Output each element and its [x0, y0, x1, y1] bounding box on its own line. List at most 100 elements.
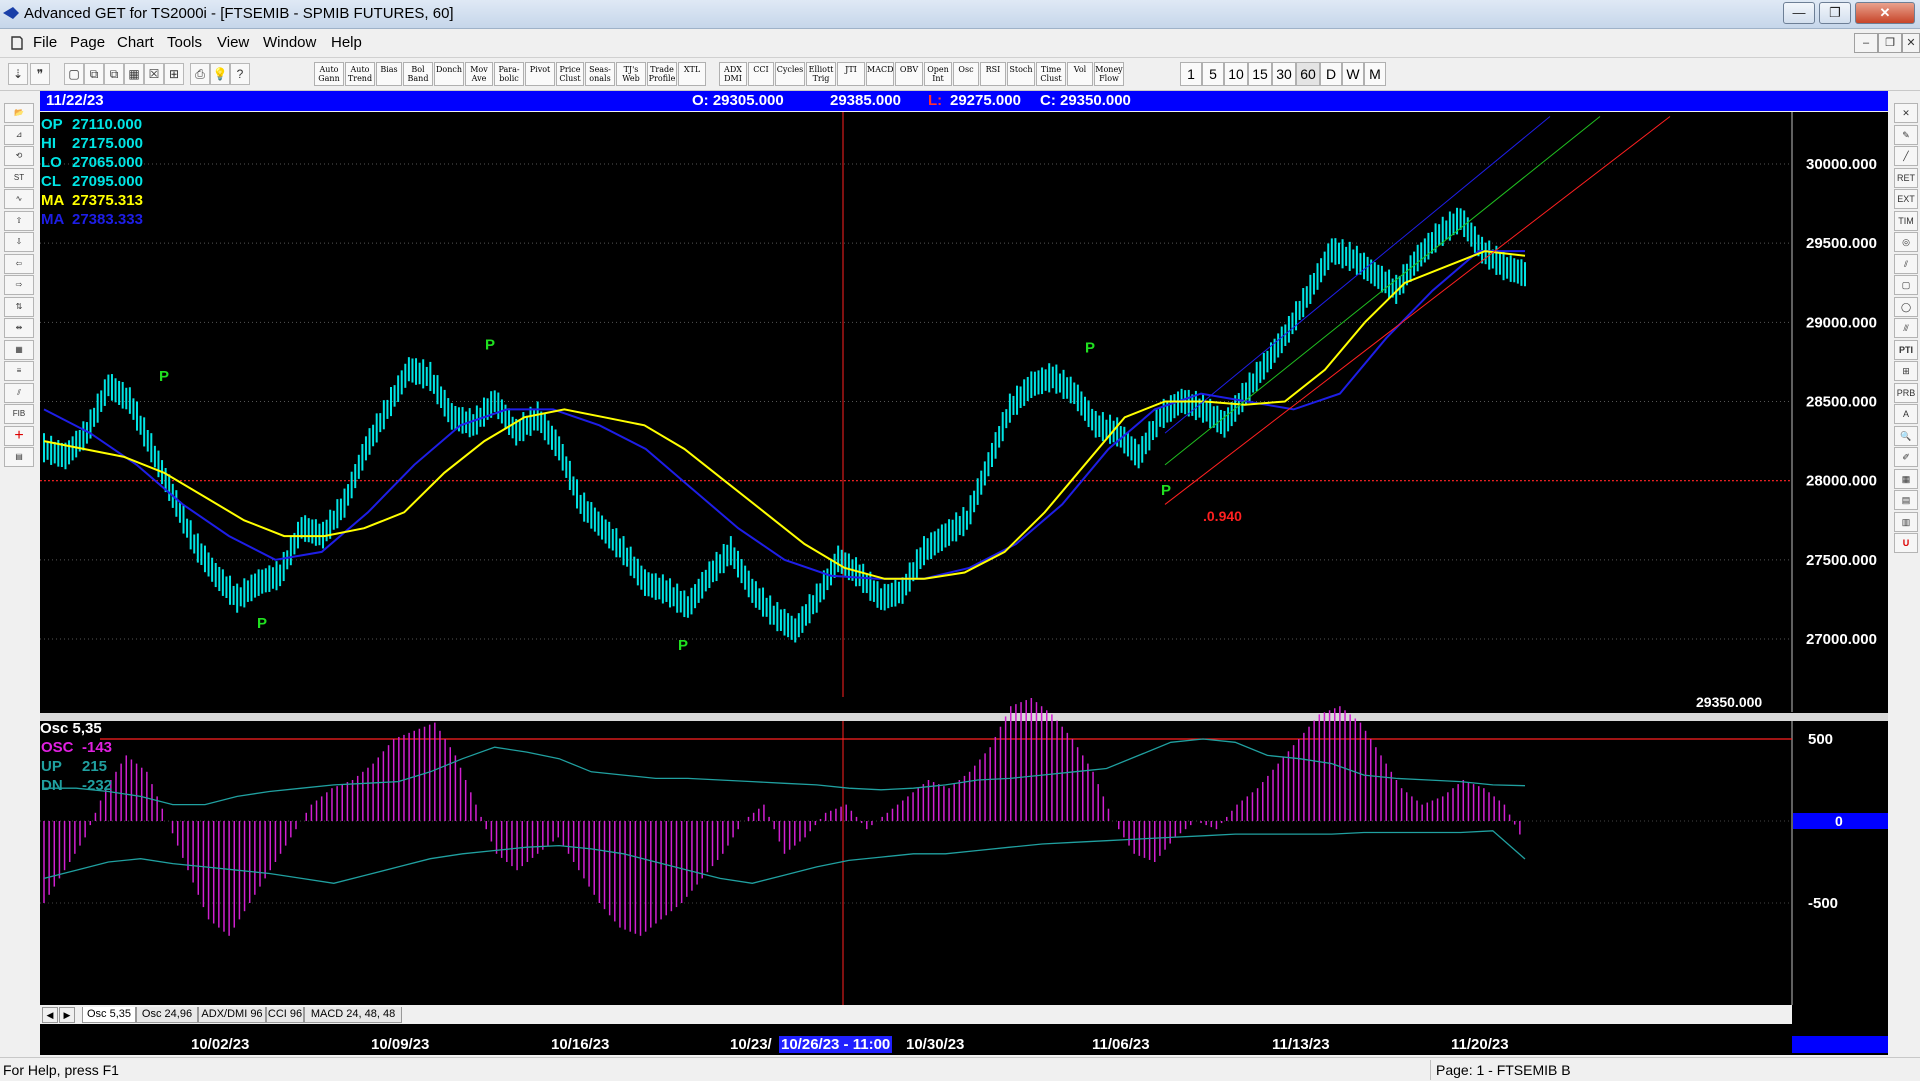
gann-fan-icon[interactable]: ⫽ — [4, 382, 34, 403]
study-button-bias[interactable]: Bias — [376, 62, 402, 86]
line-icon[interactable]: ╱ — [1894, 146, 1918, 166]
interval-button-10[interactable]: 10 — [1224, 62, 1248, 86]
menu-chart[interactable]: Chart — [117, 34, 154, 51]
interval-button-d[interactable]: D — [1320, 62, 1342, 86]
new-page-icon[interactable]: ▢ — [64, 63, 84, 85]
tab-osc-5-35[interactable]: Osc 5,35 — [82, 1007, 136, 1023]
menu-file[interactable]: File — [33, 34, 57, 51]
arrow-left-icon[interactable]: ⇦ — [4, 253, 34, 274]
pointer-icon[interactable]: ⇣ — [8, 63, 28, 85]
box-icon[interactable]: ▢ — [1894, 275, 1918, 295]
marker-icon[interactable]: ✐ — [1894, 447, 1918, 467]
bulb-icon[interactable]: 💡 — [210, 63, 230, 85]
pti-icon[interactable]: PTI — [1894, 339, 1918, 360]
study-button-para-bolic[interactable]: Para-bolic — [494, 62, 524, 86]
print-icon[interactable]: ⎙ — [190, 63, 210, 85]
tab-cci-96[interactable]: CCI 96 — [266, 1007, 304, 1023]
study-button-jti[interactable]: JTI — [837, 62, 865, 86]
menu-window[interactable]: Window — [263, 34, 316, 51]
pencil-icon[interactable]: ✎ — [1894, 124, 1918, 145]
undo-icon[interactable]: U — [1894, 533, 1918, 553]
study-button-tj-s-web[interactable]: TJ's Web — [616, 62, 646, 86]
interval-button-5[interactable]: 5 — [1202, 62, 1224, 86]
arrow-down-icon[interactable]: ⇩ — [4, 232, 34, 252]
study-button-price-clust[interactable]: Price Clust — [556, 62, 584, 86]
grid-icon[interactable]: ▦ — [4, 339, 34, 360]
study-button-stoch[interactable]: Stoch — [1007, 62, 1035, 86]
grid-table-icon[interactable]: ⊞ — [1894, 361, 1918, 381]
mdi-minimize-button[interactable]: – — [1854, 33, 1878, 53]
study-button-macd[interactable]: MACD — [866, 62, 894, 86]
study-button-auto-trend[interactable]: Auto Trend — [345, 62, 375, 86]
prob-icon[interactable]: PRB — [1894, 382, 1918, 403]
tab-osc-24-96[interactable]: Osc 24,96 — [136, 1007, 198, 1023]
minimize-button[interactable]: — — [1783, 2, 1815, 24]
elliott-icon[interactable]: ∿ — [4, 189, 34, 209]
study-button-obv[interactable]: OBV — [895, 62, 923, 86]
text-icon[interactable]: A — [1894, 404, 1918, 424]
mdi-restore-button[interactable]: ❐ — [1878, 33, 1902, 53]
crosshair-icon[interactable]: + — [4, 425, 34, 446]
notes-icon[interactable]: ▥ — [1894, 511, 1918, 532]
study-button-mov-ave[interactable]: Mov Ave — [465, 62, 493, 86]
study-button-cycles[interactable]: Cycles — [775, 62, 805, 86]
grid-small-icon[interactable]: ▦ — [1894, 468, 1918, 489]
help-pointer-icon[interactable]: ? — [230, 63, 250, 85]
study-button-open-int[interactable]: Open Int — [924, 62, 952, 86]
magnify-icon[interactable]: 🔍 — [1894, 425, 1918, 446]
calc-icon[interactable]: ▤ — [1894, 490, 1918, 510]
parallel-icon[interactable]: ⫻ — [1894, 318, 1918, 338]
fib-ret-icon[interactable]: RET — [1894, 167, 1918, 188]
gann-icon[interactable]: ⊿ — [4, 124, 34, 145]
tab-prev-button[interactable]: ◀ — [42, 1007, 58, 1023]
interval-button-15[interactable]: 15 — [1248, 62, 1272, 86]
save-icon[interactable]: ▤ — [4, 447, 34, 467]
grid-icon[interactable]: ⊞ — [164, 63, 184, 85]
quote-icon[interactable]: ❞ — [30, 63, 50, 85]
lines-icon[interactable]: ≡ — [4, 361, 34, 381]
chart-window[interactable]: 30000.000 29500.000 29000.000 28500.000 2800… — [40, 112, 1888, 1034]
study-icon[interactable]: ST — [4, 167, 34, 188]
study-button-auto-gann[interactable]: Auto Gann — [314, 62, 344, 86]
ellipse-icon[interactable]: ◯ — [1894, 296, 1918, 317]
spread-icon[interactable]: ⇹ — [4, 318, 34, 338]
tab-adx-dmi-96[interactable]: ADX/DMI 96 — [198, 1007, 266, 1023]
study-button-bol-band[interactable]: Bol Band — [403, 62, 433, 86]
study-button-vol[interactable]: Vol — [1067, 62, 1093, 86]
study-button-seas-onals[interactable]: Seas-onals — [585, 62, 615, 86]
study-button-elliott-trig[interactable]: Elliott Trig — [806, 62, 836, 86]
study-button-money-flow[interactable]: Money Flow — [1094, 62, 1124, 86]
close-x-icon[interactable]: ✕ — [1894, 103, 1918, 123]
interval-button-60[interactable]: 60 — [1296, 62, 1320, 86]
menu-page[interactable]: Page — [70, 34, 105, 51]
chart-svg[interactable]: 30000.000 29500.000 29000.000 28500.000 2800… — [40, 112, 1888, 1034]
fib-ext-icon[interactable]: EXT — [1894, 189, 1918, 209]
maximize-button[interactable]: ❐ — [1819, 2, 1851, 24]
duplicate-icon[interactable]: ⧉ — [104, 63, 124, 85]
time-axis-scroll[interactable] — [1792, 1036, 1888, 1053]
interval-button-1[interactable]: 1 — [1180, 62, 1202, 86]
channel-icon[interactable]: ⫽ — [1894, 253, 1918, 274]
interval-button-30[interactable]: 30 — [1272, 62, 1296, 86]
study-button-osc[interactable]: Osc — [953, 62, 979, 86]
zoom-bars-icon[interactable]: ⇅ — [4, 296, 34, 317]
study-button-cci[interactable]: CCI — [748, 62, 774, 86]
study-button-pivot[interactable]: Pivot — [525, 62, 555, 86]
circle-icon[interactable]: ◎ — [1894, 232, 1918, 252]
close-button[interactable]: ✕ — [1855, 2, 1915, 24]
reset-icon[interactable]: ⟲ — [4, 146, 34, 166]
study-button-trade-profile[interactable]: Trade Profile — [647, 62, 677, 86]
tab-next-button[interactable]: ▶ — [59, 1007, 75, 1023]
open-folder-icon[interactable]: 📂 — [4, 103, 34, 123]
copy-icon[interactable]: ⧉ — [84, 63, 104, 85]
fib-time-icon[interactable]: TIM — [1894, 210, 1918, 231]
interval-button-m[interactable]: M — [1364, 62, 1386, 86]
arrow-right-icon[interactable]: ⇨ — [4, 275, 34, 295]
menu-tools[interactable]: Tools — [167, 34, 202, 51]
arrow-up-icon[interactable]: ⇧ — [4, 210, 34, 231]
mdi-close-button[interactable]: ✕ — [1902, 33, 1920, 53]
study-button-donch[interactable]: Donch — [434, 62, 464, 86]
menu-help[interactable]: Help — [331, 34, 362, 51]
study-button-rsi[interactable]: RSI — [980, 62, 1006, 86]
interval-button-w[interactable]: W — [1342, 62, 1364, 86]
